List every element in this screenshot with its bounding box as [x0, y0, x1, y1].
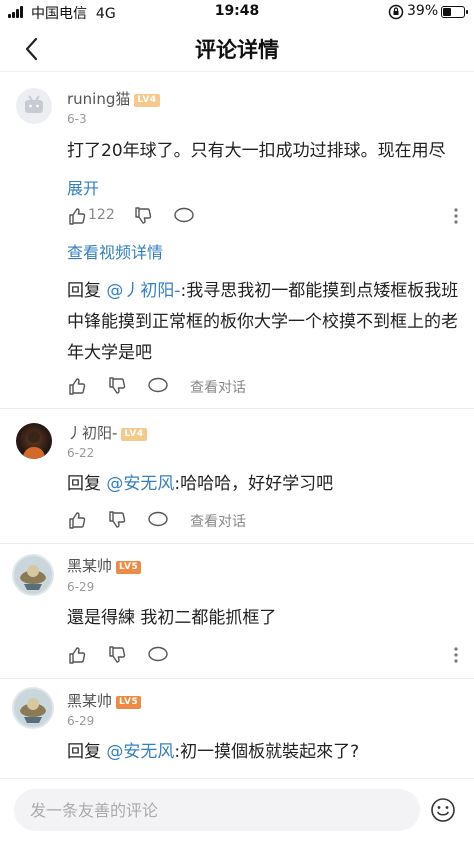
action-bar: 122	[67, 206, 367, 230]
reply-icon[interactable]	[147, 376, 169, 396]
more-icon[interactable]	[448, 206, 464, 226]
level-badge: LV4	[121, 428, 147, 441]
action-bar	[67, 645, 367, 669]
username[interactable]: 丿初阳- LV4	[67, 422, 147, 443]
comment-date: 6-29	[67, 580, 95, 594]
reply-text: 回复 @丿初阳-:我寻思我初一都能摸到点矮框板我班中锋能摸到正常框的板你大学一个…	[67, 281, 459, 363]
reply-text: 回复 @安无风:哈哈哈，好好学习吧	[67, 474, 334, 494]
comment-bar	[0, 778, 474, 842]
level-badge: LV4	[134, 94, 160, 107]
dislike-icon[interactable]	[107, 510, 127, 530]
comment-text: 打了20年球了。只有大一扣成功过排球。现在用尽	[67, 141, 446, 161]
avatar[interactable]	[12, 687, 54, 729]
level-badge: LV5	[116, 561, 142, 574]
dislike-icon[interactable]	[133, 206, 153, 226]
avatar[interactable]	[16, 88, 52, 124]
view-dialog-link[interactable]: 查看对话	[190, 511, 246, 531]
battery-percent: 39%	[407, 3, 439, 19]
comment-text: 還是得練 我初二都能抓框了	[67, 608, 277, 628]
action-bar: 查看对话	[67, 510, 367, 534]
reply-icon[interactable]	[173, 206, 195, 226]
mention-link[interactable]: @丿初阳-	[106, 281, 180, 301]
username[interactable]: 黑某帅 LV5	[67, 555, 142, 576]
reply-icon[interactable]	[147, 510, 169, 530]
like-icon[interactable]	[67, 206, 87, 226]
comment-date: 6-3	[67, 112, 87, 126]
reply-icon[interactable]	[147, 645, 169, 665]
tv-avatar-icon	[25, 95, 43, 113]
username[interactable]: runing猫 LV4	[67, 88, 160, 109]
view-video-link[interactable]: 查看视频详情	[67, 239, 163, 263]
header: 评论详情	[0, 26, 474, 72]
comment-date: 6-22	[67, 446, 95, 460]
dislike-icon[interactable]	[107, 645, 127, 665]
more-icon[interactable]	[448, 645, 464, 665]
rotation-lock-icon	[388, 4, 404, 20]
comment-input[interactable]	[14, 789, 420, 831]
comment-date: 6-29	[67, 714, 95, 728]
view-dialog-link[interactable]: 查看对话	[190, 377, 246, 397]
character-avatar-icon	[14, 689, 52, 727]
dislike-icon[interactable]	[107, 376, 127, 396]
level-badge: LV5	[116, 696, 142, 709]
action-bar: 查看对话	[67, 376, 367, 400]
person-avatar-icon	[23, 431, 45, 459]
character-avatar-icon	[14, 556, 52, 594]
battery-icon	[441, 6, 468, 18]
reply-text: 回复 @安无风:初一摸個板就裝起來了?	[67, 742, 360, 762]
main-comment: runing猫 LV4 6-3 打了20年球了。只有大一扣成功过排球。现在用尽 展…	[0, 72, 474, 408]
like-icon[interactable]	[67, 645, 87, 665]
emoji-icon[interactable]	[430, 797, 456, 823]
page-title: 评论详情	[195, 38, 279, 62]
like-icon[interactable]	[67, 376, 87, 396]
expand-link[interactable]: 展开	[67, 175, 99, 199]
mention-link[interactable]: @安无风	[106, 742, 174, 762]
like-count: 122	[88, 207, 115, 223]
username[interactable]: 黑某帅 LV5	[67, 690, 142, 711]
status-bar: 中国电信 4G 19:48 39%	[0, 0, 474, 26]
mention-link[interactable]: @安无风	[106, 474, 174, 494]
reply-comment: 丿初阳- LV4 6-22 回复 @安无风:哈哈哈，好好学习吧 查看对话	[0, 409, 474, 543]
like-icon[interactable]	[67, 510, 87, 530]
reply-comment: 黑某帅 LV5 6-29 回复 @安无风:初一摸個板就裝起來了?	[0, 679, 474, 779]
reply-comment: 黑某帅 LV5 6-29 還是得練 我初二都能抓框了	[0, 544, 474, 678]
avatar[interactable]	[12, 554, 54, 596]
avatar[interactable]	[16, 423, 52, 459]
